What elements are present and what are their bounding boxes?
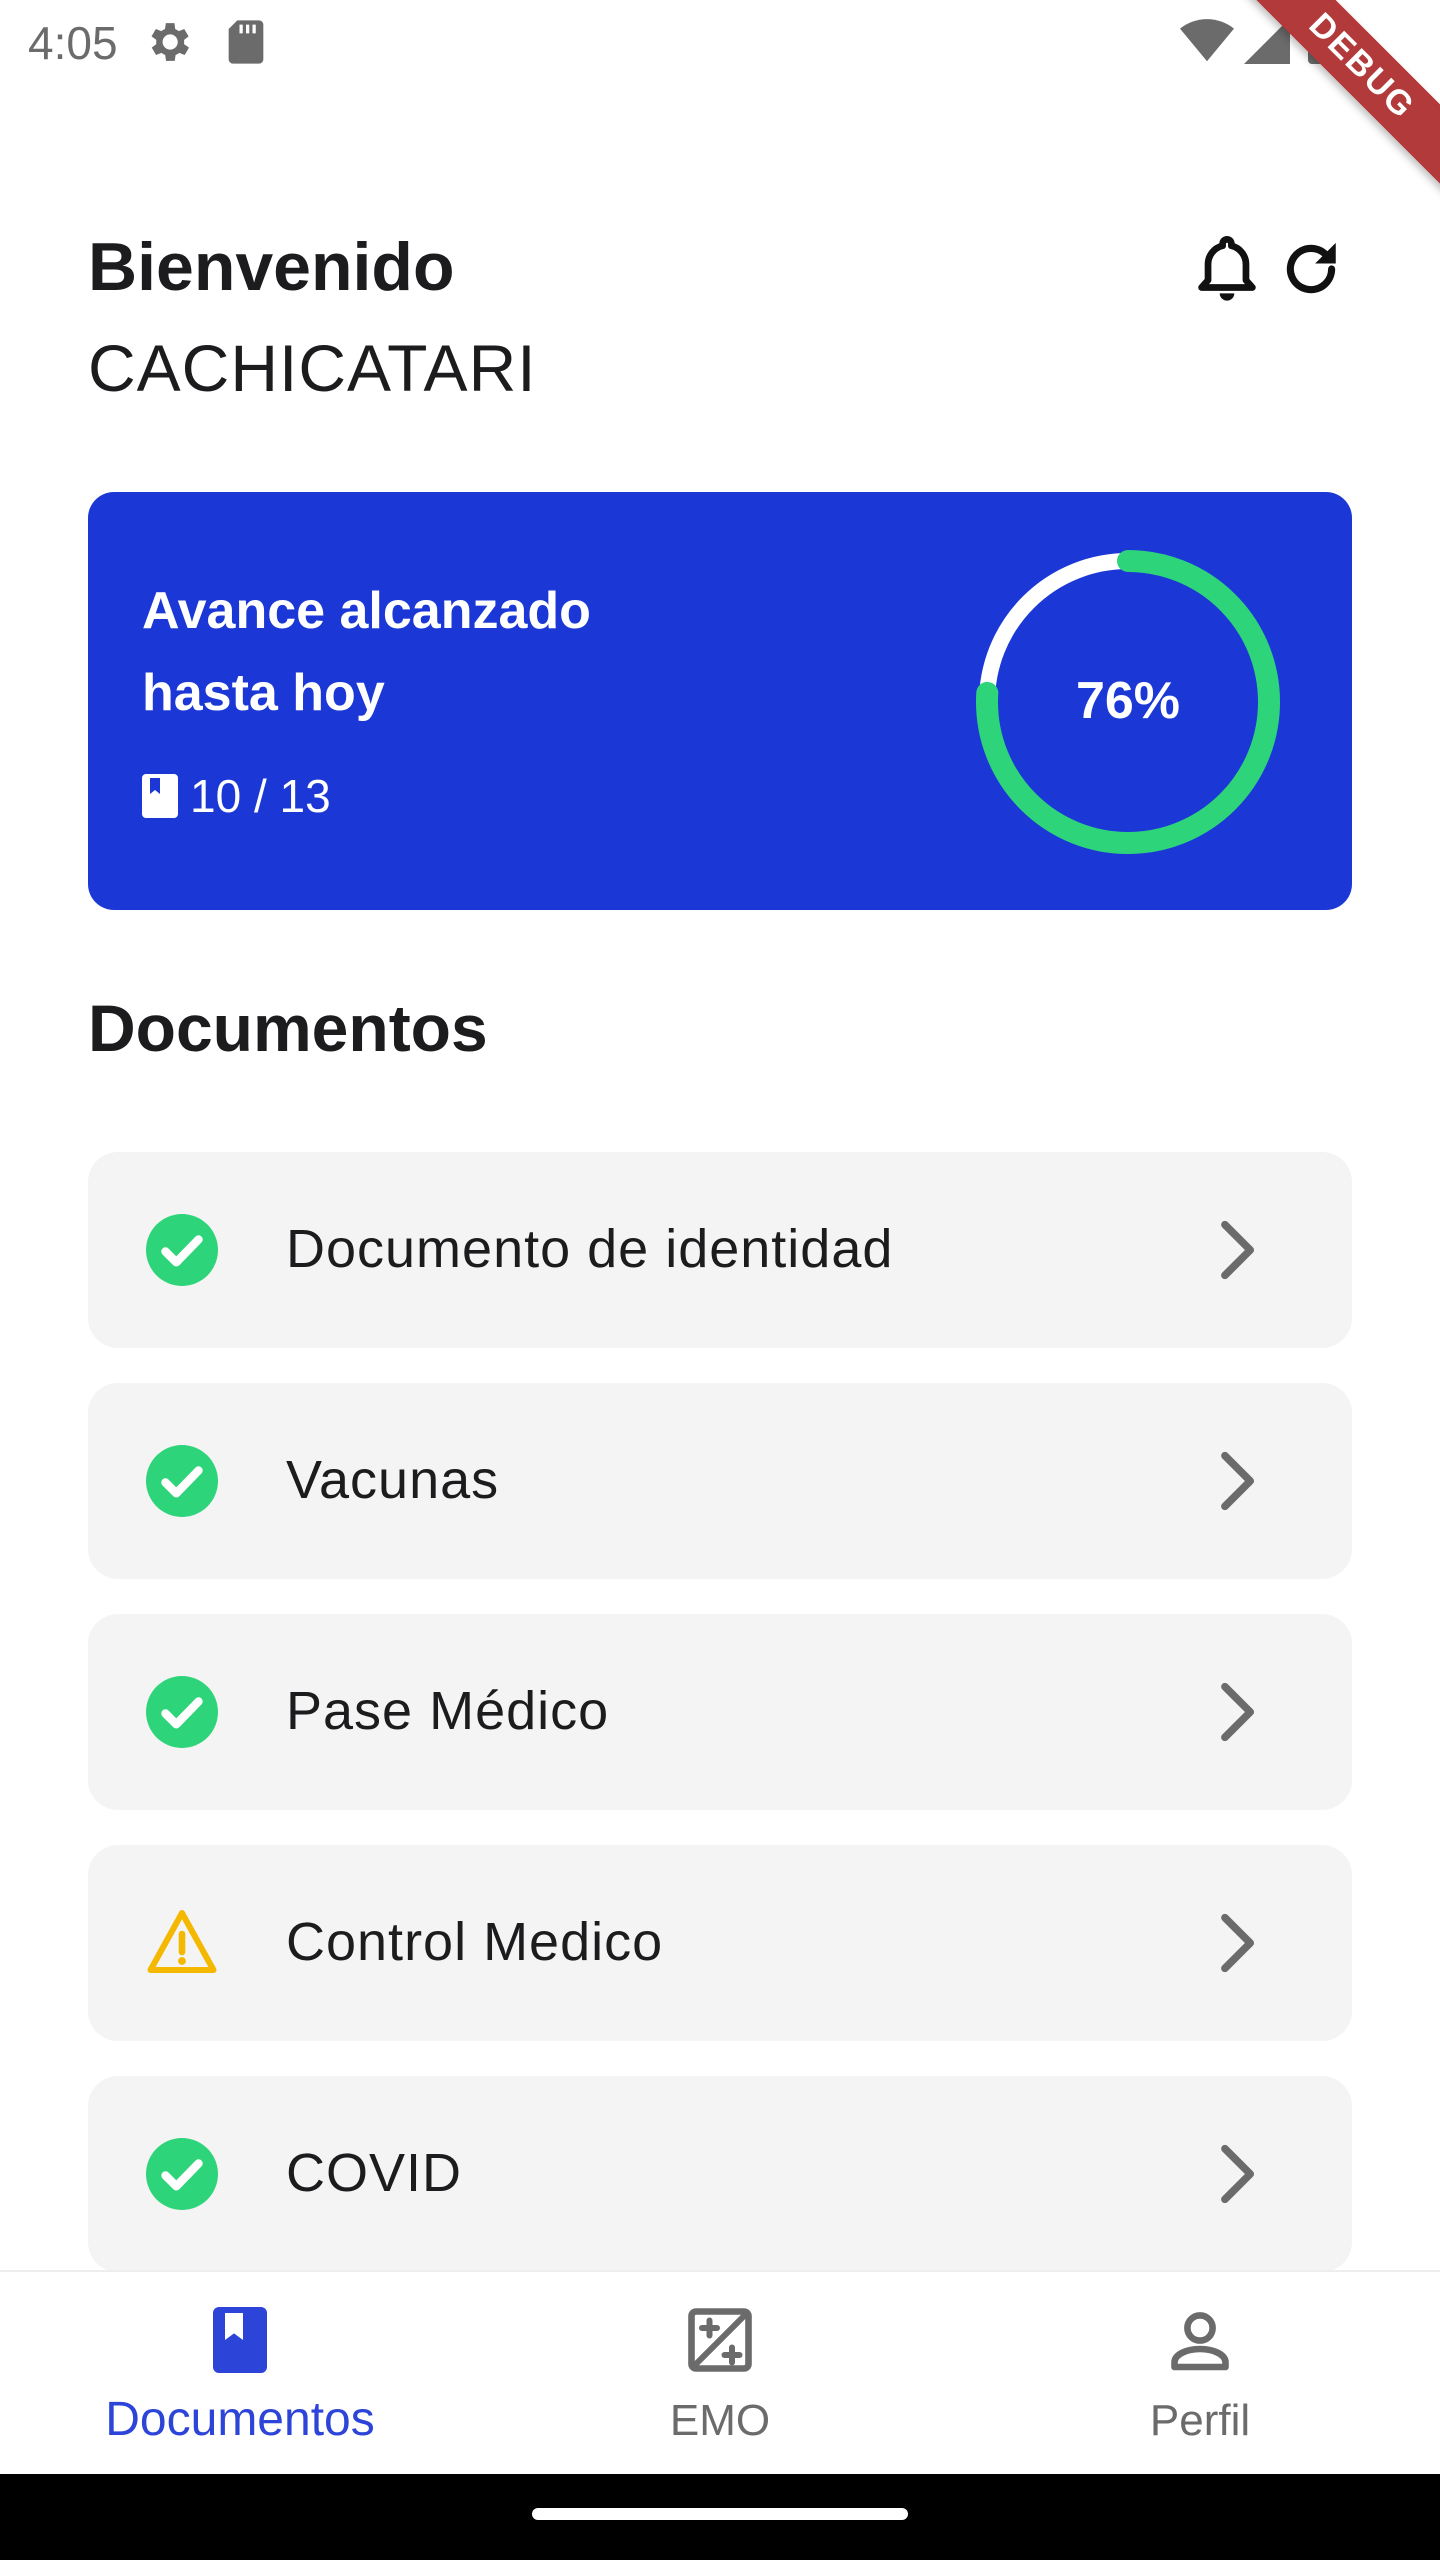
status-time: 4:05 [28, 17, 118, 69]
list-item[interactable]: Documento de identidad [88, 1152, 1352, 1348]
nav-item-label: Documentos [105, 2393, 375, 2446]
progress-count-text: 10 / 13 [190, 770, 331, 822]
chevron-right-icon [1221, 1220, 1255, 1280]
progress-card: Avance alcanzado hasta hoy 10 / 13 76% [88, 492, 1352, 910]
list-item[interactable]: COVID [88, 2076, 1352, 2272]
list-item[interactable]: Vacunas [88, 1383, 1352, 1579]
list-item-label: Documento de identidad [286, 1219, 894, 1279]
settings-icon [151, 23, 190, 61]
check-circle-icon [146, 2138, 218, 2210]
nav-item-label: Perfil [1149, 2396, 1251, 2445]
progress-ring: 76% [976, 550, 1280, 854]
nav-item-documentos[interactable]: Documentos [0, 2272, 480, 2476]
list-item-label: Vacunas [286, 1450, 500, 1510]
nav-item-perfil[interactable]: Perfil [960, 2272, 1440, 2476]
nav-item-label: EMO [669, 2396, 771, 2445]
progress-title: Avance alcanzado hasta hoy [142, 582, 591, 722]
person-icon [1171, 2312, 1229, 2371]
list-item-label: Control Medico [286, 1912, 664, 1972]
list-item[interactable]: Pase Médico [88, 1614, 1352, 1810]
edit-square-icon [688, 2308, 752, 2372]
list-item-label: COVID [286, 2143, 463, 2203]
refresh-icon[interactable] [1278, 236, 1344, 302]
documents-title: Documentos [88, 991, 488, 1065]
chevron-right-icon [1221, 1913, 1255, 1973]
check-circle-icon [146, 1445, 218, 1517]
documents-list: Documento de identidad Vacunas Pase Médi… [88, 1152, 1352, 2307]
progress-percent: 76% [1076, 672, 1180, 730]
status-bar: 4:05 [0, 0, 1440, 84]
check-circle-icon [146, 1676, 218, 1748]
chevron-right-icon [1221, 2144, 1255, 2204]
bottom-navigation: Documentos EMO Perfil [0, 2270, 1440, 2474]
username: CACHICATARI [88, 331, 537, 405]
chevron-right-icon [1221, 1451, 1255, 1511]
bookmark-book-icon [213, 2307, 267, 2373]
progress-count: 10 / 13 [142, 770, 331, 822]
bell-icon[interactable] [1192, 232, 1262, 308]
list-item-label: Pase Médico [286, 1681, 610, 1741]
warning-icon [147, 1910, 217, 1973]
check-circle-icon [146, 1214, 218, 1286]
wifi-icon [1180, 19, 1234, 62]
bookmark-book-icon [142, 774, 178, 818]
list-item[interactable]: Control Medico [88, 1845, 1352, 2041]
app-screen: 4:05 DEBUG Bienvenido CACHICATARI Avance… [0, 0, 1440, 2560]
chevron-right-icon [1221, 1682, 1255, 1742]
home-gesture-handle[interactable] [532, 2508, 908, 2520]
sd-card-icon [228, 20, 264, 64]
welcome-title: Bienvenido [88, 229, 455, 305]
system-navigation-bar [0, 2474, 1440, 2560]
nav-item-emo[interactable]: EMO [480, 2272, 960, 2476]
